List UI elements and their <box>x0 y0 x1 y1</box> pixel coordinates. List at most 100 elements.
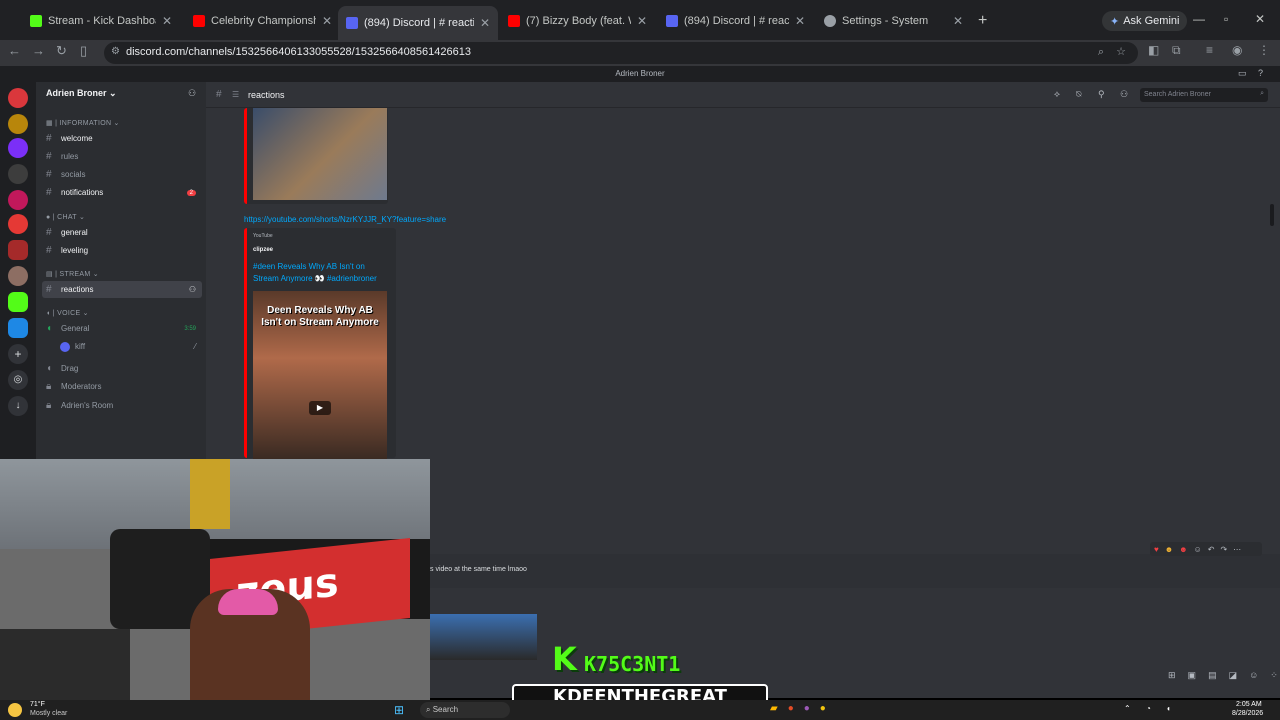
category-stream[interactable]: ▤ | STREAM ⌄ <box>46 270 99 278</box>
category-chat[interactable]: ● | CHAT ⌄ <box>46 213 85 221</box>
close-tab-icon[interactable]: ✕ <box>322 14 332 28</box>
gift-icon[interactable]: ▣ <box>1188 670 1197 681</box>
server-icon[interactable] <box>8 88 28 108</box>
heart-reaction-icon[interactable]: ♥ <box>1154 545 1159 554</box>
channel-socials[interactable]: # socials <box>42 166 202 183</box>
tab-kick-dashboard[interactable]: Stream - Kick Dashboard ✕ <box>22 8 180 34</box>
clock-date[interactable]: 8/28/2026 <box>1232 710 1263 717</box>
add-member-icon[interactable]: ⚇ <box>188 88 196 99</box>
media-icon[interactable]: ≡ <box>1206 43 1213 57</box>
category-information[interactable]: ▦ | INFORMATION ⌄ <box>46 119 120 127</box>
close-tab-icon[interactable]: ✕ <box>162 14 172 28</box>
play-icon[interactable]: ▶ <box>309 401 331 415</box>
apps-icon[interactable]: ⊞ <box>1168 670 1176 681</box>
emoji-icon[interactable]: ☺ <box>1249 670 1258 681</box>
clock-time[interactable]: 2:05 AM <box>1236 701 1262 708</box>
close-tab-icon[interactable]: ✕ <box>637 14 647 28</box>
extension-icon[interactable]: ◧ <box>1148 43 1159 57</box>
server-icon[interactable] <box>8 292 28 312</box>
threads-icon[interactable]: ⟡ <box>1054 89 1060 100</box>
invite-icon[interactable]: ⚇ <box>189 285 196 294</box>
side-panel-icon[interactable]: ▯ <box>80 43 87 59</box>
discover-icon[interactable]: ◎ <box>8 370 28 390</box>
video-thumbnail[interactable] <box>253 108 387 200</box>
site-info-icon[interactable]: ⚙ <box>111 46 120 57</box>
server-icon[interactable] <box>8 266 28 286</box>
add-server-icon[interactable]: + <box>8 344 28 364</box>
tab-discord-reactions-active[interactable]: (894) Discord | # reactions ✕ <box>338 6 498 40</box>
close-tab-icon[interactable]: ✕ <box>795 14 805 28</box>
add-reaction-icon[interactable]: ☺ <box>1194 545 1202 554</box>
tab-bizzy-body[interactable]: (7) Bizzy Body (feat. Webbie & ✕ <box>500 8 655 34</box>
wifi-icon[interactable]: ◔ <box>1146 704 1151 713</box>
back-icon[interactable]: ← <box>8 43 21 58</box>
server-icon[interactable] <box>8 214 28 234</box>
extensions-puzzle-icon[interactable]: ⧉ <box>1172 43 1181 58</box>
ask-gemini-button[interactable]: ✦ Ask Gemini <box>1102 11 1188 31</box>
search-input[interactable]: Search Adrien Broner ⌕ <box>1140 88 1268 102</box>
help-icon[interactable]: ? <box>1258 68 1263 78</box>
channel-welcome[interactable]: # welcome <box>42 130 202 147</box>
angry-reaction-icon[interactable]: ☻ <box>1179 545 1187 554</box>
more-icon[interactable]: ⋯ <box>1233 545 1241 554</box>
server-icon[interactable] <box>8 164 28 184</box>
server-icon[interactable] <box>8 190 28 210</box>
youtube-link[interactable]: https://youtube.com/shorts/NzrKYJJR_KY?f… <box>244 215 446 224</box>
pin-icon[interactable]: ⚲ <box>1098 89 1105 100</box>
category-voice[interactable]: ◖ | VOICE ⌄ <box>46 309 89 317</box>
zoom-icon[interactable]: ⌕ <box>1098 46 1104 59</box>
voice-user[interactable]: kiff ⁄ <box>56 338 202 355</box>
download-icon[interactable]: ↓ <box>8 396 28 416</box>
embed-author[interactable]: clipzee <box>253 247 390 253</box>
reply-icon[interactable]: ↶ <box>1208 545 1215 554</box>
mute-bell-icon[interactable]: ⍉ <box>1076 89 1081 100</box>
voice-channel-drag[interactable]: ◖ Drag <box>42 360 202 377</box>
forward-icon[interactable]: ↷ <box>1220 545 1227 554</box>
server-icon[interactable] <box>8 114 28 134</box>
video-thumbnail[interactable]: Deen Reveals Why AB Isn't on Stream Anym… <box>253 291 387 459</box>
tab-celebrity-boxing[interactable]: Celebrity Championship Box ✕ <box>185 8 340 34</box>
gif-icon[interactable]: ▤ <box>1208 670 1217 681</box>
laugh-reaction-icon[interactable]: ☻ <box>1165 545 1173 554</box>
close-window-button[interactable]: ✕ <box>1255 12 1265 26</box>
volume-icon[interactable]: ◖ <box>1166 704 1171 713</box>
maximize-button[interactable]: ▫ <box>1224 12 1228 26</box>
app-icon[interactable]: ● <box>820 703 826 714</box>
channel-rules[interactable]: # rules <box>42 148 202 165</box>
channel-reactions[interactable]: # reactions ⚇ <box>42 281 202 298</box>
new-tab-button[interactable]: + <box>978 12 987 30</box>
channel-leveling[interactable]: # leveling <box>42 242 202 259</box>
channel-notifications[interactable]: # notifications 2 <box>42 184 202 201</box>
profile-icon[interactable]: ◉ <box>1232 43 1242 57</box>
voice-channel-general[interactable]: ◖ General 3:59 <box>42 320 202 337</box>
server-icon[interactable] <box>8 138 28 158</box>
folder-icon[interactable]: ▰ <box>770 703 778 714</box>
windows-start-icon[interactable]: ⊞ <box>394 703 404 717</box>
server-icon[interactable] <box>8 240 28 260</box>
tab-settings-system[interactable]: Settings - System ✕ <box>816 8 971 34</box>
app-icon[interactable]: ● <box>788 703 794 714</box>
forward-icon[interactable]: → <box>32 43 45 58</box>
app-icon[interactable]: ● <box>804 703 810 714</box>
sticker-icon[interactable]: ◪ <box>1229 670 1238 681</box>
tray-chevron-icon[interactable]: ⌃ <box>1124 704 1131 713</box>
server-name-header[interactable]: Adrien Broner ⌄ <box>46 88 117 99</box>
scrollbar-thumb[interactable] <box>1270 204 1274 226</box>
minimize-button[interactable]: — <box>1193 12 1205 26</box>
voice-channel-adriens-room[interactable]: 🔒︎ Adrien's Room <box>42 397 202 414</box>
tab-discord-reactions[interactable]: (894) Discord | # reactions ✕ <box>658 8 813 34</box>
close-tab-icon[interactable]: ✕ <box>953 14 963 28</box>
taskbar-search[interactable]: ⌕ Search <box>420 702 510 718</box>
server-icon[interactable] <box>8 318 28 338</box>
members-icon[interactable]: ⚇ <box>1120 89 1128 100</box>
embed-title[interactable]: #deen Reveals Why AB Isn't on Stream Any… <box>253 261 389 285</box>
bookmark-star-icon[interactable]: ☆ <box>1116 45 1126 58</box>
close-tab-icon[interactable]: ✕ <box>480 16 490 30</box>
reload-icon[interactable]: ↻ <box>56 43 67 59</box>
channel-general[interactable]: # general <box>42 224 202 241</box>
voice-channel-moderators[interactable]: 🔒︎ Moderators <box>42 378 202 395</box>
more-apps-icon[interactable]: ⁘ <box>1270 670 1278 681</box>
browser-menu-icon[interactable]: ⋮ <box>1258 43 1270 57</box>
inbox-icon[interactable]: ▭ <box>1238 68 1247 79</box>
url-input[interactable]: ⚙ discord.com/channels/15325664061330555… <box>104 42 1138 64</box>
